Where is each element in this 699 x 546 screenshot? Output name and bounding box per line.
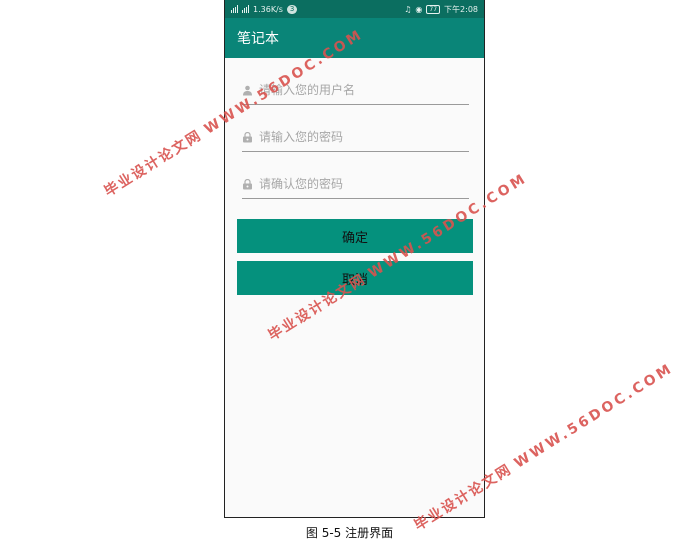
status-bar: 1.36K/s 3 ♫ ◉ 77 下午2:08 <box>225 0 484 18</box>
phone-frame: 1.36K/s 3 ♫ ◉ 77 下午2:08 笔记本 请输入您的用户名 确定 … <box>224 0 485 518</box>
confirm-password-input[interactable] <box>259 177 449 191</box>
password-field-row <box>242 123 469 152</box>
lock-icon <box>242 178 253 190</box>
status-time: 下午2:08 <box>444 4 478 14</box>
eye-icon: ◉ <box>415 4 423 14</box>
battery-icon: 77 <box>426 4 441 14</box>
figure-caption: 图 5-5 注册界面 <box>305 526 394 540</box>
network-speed: 1.36K/s <box>253 4 283 14</box>
app-title: 笔记本 <box>237 31 279 47</box>
watermark-url: WWW.56DOC.COM <box>511 360 677 472</box>
status-left: 1.36K/s 3 <box>231 4 298 14</box>
headset-icon: ♫ <box>404 4 412 14</box>
confirm-password-field-row <box>242 170 469 199</box>
notification-badge: 3 <box>286 4 298 14</box>
register-form: 确定 取消 <box>225 76 484 295</box>
watermark-cn: 毕业设计论文网 <box>101 127 206 201</box>
lock-icon <box>242 131 253 143</box>
status-right: ♫ ◉ 77 下午2:08 <box>404 4 478 15</box>
password-input[interactable] <box>259 130 449 144</box>
signal-icon <box>242 5 249 13</box>
signal-icon <box>231 5 238 13</box>
